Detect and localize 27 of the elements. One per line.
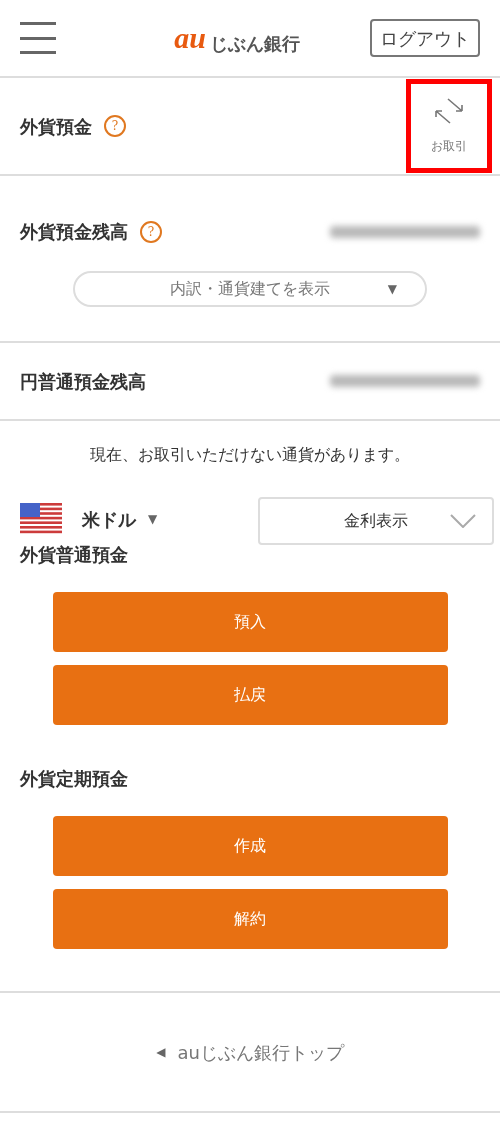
help-icon[interactable]: ? (140, 220, 162, 243)
currency-dropdown[interactable]: 米ドル ▼ (82, 505, 158, 533)
flag-icon (20, 503, 62, 535)
chevron-down-icon (450, 514, 476, 528)
balance-label: 外貨預金残高 (20, 220, 128, 244)
action-button[interactable]: 作成 (52, 816, 448, 876)
logout-button[interactable]: ログアウト (370, 19, 480, 57)
breakdown-toggle[interactable]: 内訳・通貨建てを表示 ▼ (73, 271, 427, 307)
back-arrow-icon: ◀ (156, 1043, 166, 1061)
transaction-button[interactable]: お取引 (406, 79, 492, 173)
group-title: 外貨定期預金 (20, 767, 129, 791)
logo-mark: au (174, 23, 206, 53)
balance-label: 円普通預金残高 (20, 369, 146, 394)
notice-text: 現在、お取引いただけない通貨があります。 (89, 444, 411, 466)
help-icon[interactable]: ? (104, 115, 126, 137)
group-title: 外貨普通預金 (20, 543, 129, 567)
logo-text: じぶん銀行 (209, 35, 300, 53)
arrows-icon (433, 97, 465, 125)
action-button[interactable]: 払戻 (52, 665, 448, 725)
section-title: 外貨預金 (20, 114, 92, 139)
action-button[interactable]: 預入 (52, 592, 448, 652)
menu-icon[interactable] (20, 22, 56, 54)
caret-icon: ▼ (148, 510, 158, 528)
caret-icon: ▼ (387, 280, 397, 298)
top-link[interactable]: ◀ auじぶん銀行トップ (156, 1038, 344, 1066)
rate-select[interactable]: 金利表示 (258, 497, 494, 545)
action-button[interactable]: 解約 (52, 889, 448, 949)
